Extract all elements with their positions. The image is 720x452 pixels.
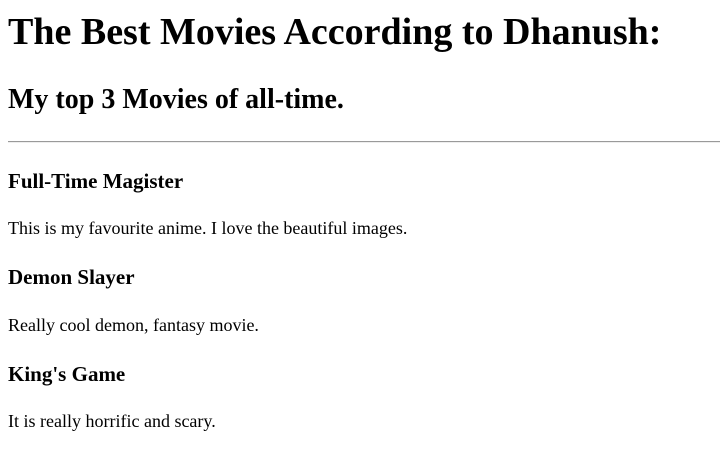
movie-description-2: Really cool demon, fantasy movie.: [8, 315, 259, 335]
movie-title-3: King's Game: [8, 362, 126, 386]
movie-description-1: This is my favourite anime. I love the b…: [8, 218, 408, 238]
page-subheading: My top 3 Movies of all-time.: [8, 84, 344, 115]
page-heading: The Best Movies According to Dhanush:: [8, 11, 662, 53]
movie-title-1: Full-Time Magister: [8, 169, 184, 193]
section-divider: [8, 141, 720, 143]
page-content: The Best Movies According to Dhanush: My…: [0, 0, 720, 452]
movie-description-3: It is really horrific and scary.: [8, 411, 216, 431]
movie-title-2: Demon Slayer: [8, 265, 135, 289]
